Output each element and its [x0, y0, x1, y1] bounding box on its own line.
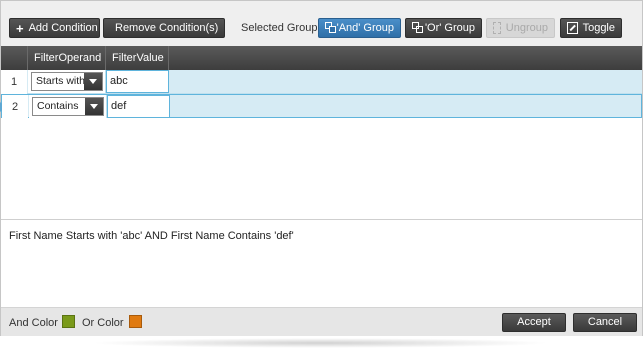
dialog-footer: And Color Or Color Accept Cancel — [1, 307, 642, 336]
column-header-filtervalue[interactable]: FilterValue — [106, 46, 169, 70]
table-row[interactable]: 1 Starts with abc — [1, 70, 642, 94]
and-group-label: 'And' Group — [336, 22, 394, 34]
filter-operand-cell: Starts with — [28, 70, 106, 93]
dialog-shadow — [90, 338, 550, 348]
cancel-button[interactable]: Cancel — [573, 313, 637, 332]
table-row[interactable]: 2 Contains def — [0, 94, 642, 119]
and-group-button[interactable]: 'And' Group — [318, 18, 401, 38]
group-or-icon — [412, 22, 423, 34]
ungroup-label: Ungroup — [505, 22, 548, 34]
grid-header: FilterOperand FilterValue — [1, 46, 642, 70]
row-number: 2 — [2, 95, 28, 119]
filter-operand-select[interactable]: Contains — [32, 97, 104, 116]
group-and-icon — [325, 22, 336, 34]
filter-operand-value: Starts with — [36, 75, 86, 87]
filter-editor-dialog: + Add Condition Remove Condition(s) Sele… — [0, 0, 643, 336]
column-header-filteroperand[interactable]: FilterOperand — [28, 46, 106, 70]
and-color-swatch[interactable] — [62, 315, 75, 328]
or-color-label: Or Color — [82, 317, 124, 329]
dropdown-arrow-icon[interactable] — [85, 98, 103, 115]
or-group-button[interactable]: 'Or' Group — [405, 18, 482, 38]
filter-operand-cell: Contains — [29, 95, 107, 118]
row-number: 1 — [1, 70, 27, 94]
ungroup-icon — [493, 22, 501, 34]
accept-button[interactable]: Accept — [502, 313, 566, 332]
ungroup-button[interactable]: Ungroup — [486, 18, 555, 38]
filter-expression-text: First Name Starts with 'abc' AND First N… — [9, 230, 294, 242]
row-number-header — [1, 46, 28, 70]
or-group-label: 'Or' Group — [424, 22, 475, 34]
filter-value-cell[interactable]: def — [107, 95, 170, 118]
or-color-swatch[interactable] — [129, 315, 142, 328]
filter-operand-select[interactable]: Starts with — [31, 72, 103, 91]
filter-value-cell[interactable]: abc — [106, 70, 169, 93]
plus-icon: + — [16, 20, 24, 36]
add-condition-button[interactable]: + Add Condition — [9, 18, 100, 38]
toggle-label: Toggle — [582, 22, 615, 34]
toggle-button[interactable]: Toggle — [560, 18, 622, 38]
remove-conditions-button[interactable]: Remove Condition(s) — [103, 18, 225, 38]
toolbar: + Add Condition Remove Condition(s) Sele… — [1, 1, 642, 46]
toggle-icon — [567, 22, 578, 34]
dropdown-arrow-icon[interactable] — [84, 73, 102, 90]
and-color-label: And Color — [9, 317, 58, 329]
filter-expression-panel: First Name Starts with 'abc' AND First N… — [1, 220, 642, 307]
add-condition-label: Add Condition — [28, 22, 98, 34]
selected-group-label: Selected Group — [241, 22, 318, 34]
filter-operand-value: Contains — [37, 100, 79, 112]
remove-conditions-label: Remove Condition(s) — [115, 22, 219, 34]
conditions-grid: FilterOperand FilterValue 1 Starts with … — [0, 46, 642, 220]
